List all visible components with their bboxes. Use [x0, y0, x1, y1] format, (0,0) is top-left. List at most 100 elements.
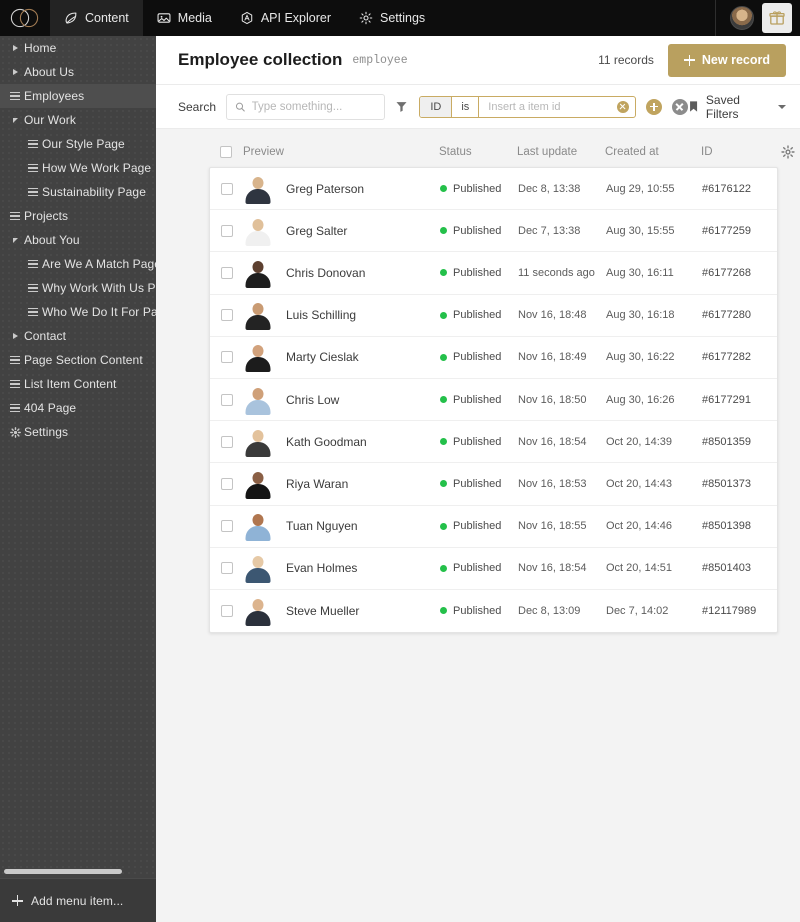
row-drag-handle[interactable]: [209, 506, 210, 548]
sidebar-item-how-we-work-page[interactable]: How We Work Page: [0, 156, 156, 180]
select-all-cell[interactable]: [209, 146, 243, 158]
search-field[interactable]: [226, 93, 385, 120]
column-header-id[interactable]: ID: [701, 146, 781, 158]
row-drag-handle[interactable]: [209, 252, 210, 294]
filter-value-input[interactable]: [488, 100, 617, 113]
sidebar-item-why-work-with-us-page[interactable]: Why Work With Us Page: [0, 276, 156, 300]
row-drag-handle[interactable]: [209, 421, 210, 463]
row-select-cell[interactable]: [210, 224, 244, 237]
table-row[interactable]: Chris Low Published Nov 16, 18:50 Aug 30, 1…: [209, 379, 777, 422]
row-checkbox[interactable]: [221, 309, 233, 322]
status-dot-icon: [440, 438, 447, 446]
tab-settings[interactable]: Settings: [345, 0, 439, 36]
sidebar-item-page-section-content[interactable]: Page Section Content: [0, 348, 156, 372]
sidebar-item-projects[interactable]: Projects: [0, 204, 156, 228]
sidebar-item-who-we-do-it-for-page[interactable]: Who We Do It For Page: [0, 300, 156, 324]
row-drag-handle[interactable]: [209, 590, 210, 632]
table-row[interactable]: Kath Goodman Published Nov 16, 18:54 Oct 20…: [209, 421, 777, 464]
row-select-cell[interactable]: [210, 351, 244, 364]
sidebar-item-are-we-a-match-page[interactable]: Are We A Match Page: [0, 252, 156, 276]
add-menu-item-button[interactable]: Add menu item...: [0, 878, 156, 922]
row-select-cell[interactable]: [210, 182, 244, 195]
row-drag-handle[interactable]: [209, 548, 210, 590]
row-select-cell[interactable]: [210, 520, 244, 533]
gift-button[interactable]: [762, 3, 792, 33]
table-row[interactable]: Greg Salter Published Dec 7, 13:38 Aug 30, …: [209, 210, 777, 253]
row-drag-handle[interactable]: [209, 295, 210, 337]
row-drag-handle[interactable]: [209, 337, 210, 379]
row-select-cell[interactable]: [210, 477, 244, 490]
filter-operator-select[interactable]: is: [452, 96, 480, 117]
column-header-status[interactable]: Status: [439, 146, 517, 158]
row-select-cell[interactable]: [210, 604, 244, 617]
sidebar-item-contact[interactable]: Contact: [0, 324, 156, 348]
sidebar-item-our-style-page[interactable]: Our Style Page: [0, 132, 156, 156]
sidebar-horizontal-scrollbar[interactable]: [4, 869, 122, 874]
sidebar-item-about-you[interactable]: About You: [0, 228, 156, 252]
sidebar-item-sustainability-page[interactable]: Sustainability Page: [0, 180, 156, 204]
column-header-created-at[interactable]: Created at: [605, 146, 701, 158]
cell-last-update: Nov 16, 18:55: [518, 520, 587, 533]
row-select-cell[interactable]: [210, 393, 244, 406]
row-drag-handle[interactable]: [209, 168, 210, 210]
row-checkbox[interactable]: [221, 477, 233, 490]
row-checkbox[interactable]: [221, 604, 233, 617]
row-select-cell[interactable]: [210, 309, 244, 322]
plus-icon: [12, 895, 23, 906]
table-settings-cell[interactable]: [781, 145, 800, 159]
table-row[interactable]: Luis Schilling Published Nov 16, 18:48 Aug …: [210, 295, 777, 337]
status-dot-icon: [440, 396, 447, 404]
column-header-last-update[interactable]: Last update: [517, 146, 605, 158]
row-select-cell[interactable]: [210, 435, 244, 448]
row-checkbox[interactable]: [221, 351, 233, 364]
new-record-button[interactable]: New record: [667, 43, 786, 77]
avatar[interactable]: [730, 6, 754, 30]
feather-icon: [65, 12, 77, 24]
row-checkbox[interactable]: [221, 393, 233, 406]
table-row[interactable]: Riya Waran Published Nov 16, 18:53 Oct 20, …: [209, 463, 777, 506]
search-input[interactable]: [251, 100, 376, 113]
table-row[interactable]: Steve Mueller Published Dec 8, 13:09 Dec 7,…: [210, 590, 777, 632]
cell-created-at: Aug 30, 16:11: [606, 266, 674, 279]
column-header-preview[interactable]: Preview: [243, 146, 439, 158]
row-drag-handle[interactable]: [209, 210, 210, 252]
sidebar-item-label: Who We Do It For Page: [42, 305, 156, 319]
tab-content[interactable]: Content: [50, 0, 143, 36]
select-all-checkbox[interactable]: [220, 146, 232, 158]
tab-media[interactable]: Media: [143, 0, 226, 36]
saved-filters-dropdown[interactable]: Saved Filters: [688, 93, 786, 121]
sidebar-item-about-us[interactable]: About Us: [0, 60, 156, 84]
sidebar-item-list-item-content[interactable]: List Item Content: [0, 372, 156, 396]
sidebar-item-404-page[interactable]: 404 Page: [0, 396, 156, 420]
filter-field-select[interactable]: ID: [420, 96, 453, 117]
table-row[interactable]: Tuan Nguyen Published Nov 16, 18:55 Oct 20,…: [210, 506, 777, 548]
tab-api-explorer[interactable]: API Explorer: [226, 0, 345, 36]
row-checkbox[interactable]: [221, 266, 233, 279]
clear-all-filters-button[interactable]: [671, 98, 688, 115]
sidebar-item-label: About You: [24, 233, 80, 247]
add-filter-condition-button[interactable]: [645, 98, 662, 115]
table-row[interactable]: Chris Donovan Published 11 seconds ago Aug …: [209, 252, 777, 295]
row-drag-handle[interactable]: [209, 463, 210, 505]
row-checkbox[interactable]: [221, 562, 233, 575]
table-row[interactable]: Evan Holmes Published Nov 16, 18:54 Oct 20,…: [210, 548, 777, 590]
table-row[interactable]: Greg Paterson Published Dec 8, 13:38 Aug 29…: [209, 168, 777, 211]
filter-value-field[interactable]: [479, 97, 634, 117]
table-row[interactable]: Marty Cieslak Published Nov 16, 18:49 Aug 3…: [210, 337, 777, 379]
row-drag-handle[interactable]: [209, 379, 210, 421]
app-logo[interactable]: [0, 0, 50, 36]
row-checkbox[interactable]: [221, 224, 233, 237]
sidebar-item-employees[interactable]: Employees: [0, 84, 156, 108]
clear-filter-value-icon[interactable]: [616, 100, 629, 113]
list-icon: [6, 355, 24, 365]
row-select-cell[interactable]: [210, 562, 244, 575]
row-checkbox[interactable]: [221, 520, 233, 533]
sidebar-item-home[interactable]: Home: [0, 36, 156, 60]
sidebar-item-our-work[interactable]: Our Work: [0, 108, 156, 132]
cell-status: Published: [440, 478, 518, 490]
sidebar-item-settings[interactable]: Settings: [0, 420, 156, 444]
row-checkbox[interactable]: [221, 182, 233, 195]
filter-funnel-button[interactable]: [389, 94, 414, 120]
row-select-cell[interactable]: [210, 266, 244, 279]
row-checkbox[interactable]: [221, 435, 233, 448]
